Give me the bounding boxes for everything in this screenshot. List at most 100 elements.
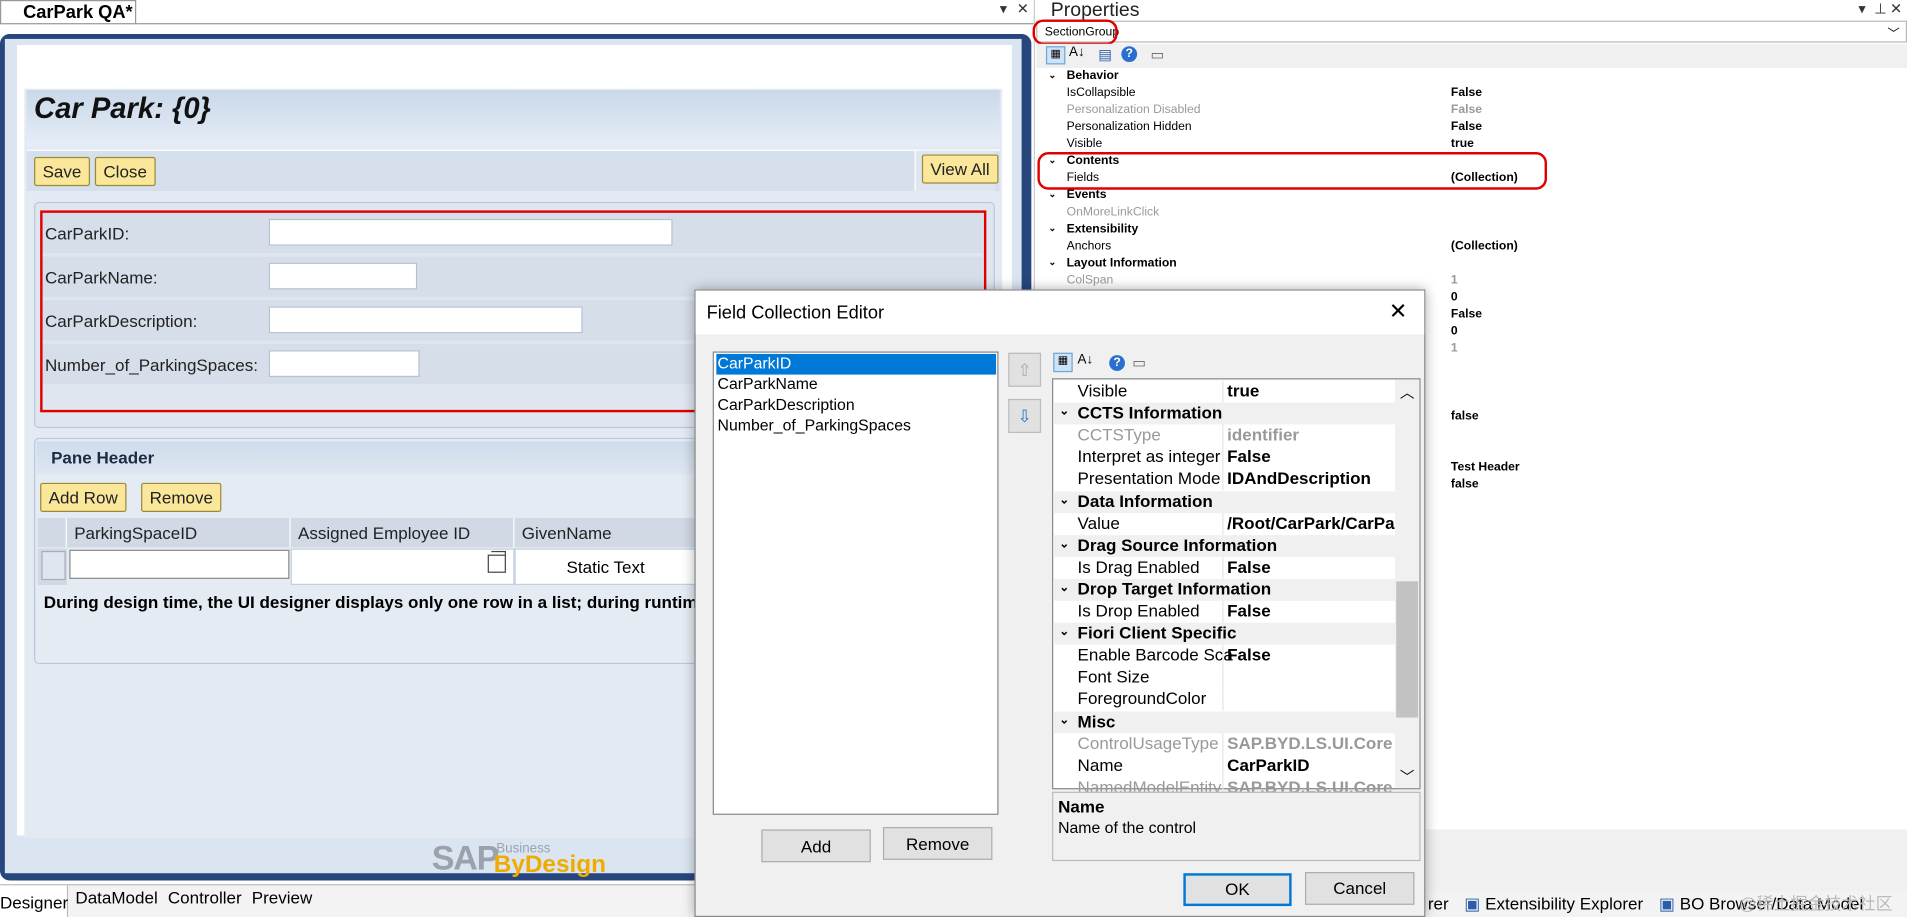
help-icon[interactable]: ? [1109,355,1125,371]
move-up-icon[interactable]: ⇧ [1008,352,1042,387]
close-icon[interactable]: ✕ [1890,0,1902,17]
tab-controller[interactable]: Controller [168,888,242,907]
property-pages-icon[interactable]: ▤ [1098,46,1112,63]
cancel-button[interactable]: Cancel [1304,872,1415,905]
list-item[interactable]: CarParkDescription [716,395,996,416]
chevron-down-icon[interactable]: ⌄ [1059,537,1069,550]
grid-category[interactable]: ⌄ CCTS Information [1053,402,1395,425]
tab-datamodel[interactable]: DataModel [75,888,157,907]
grid-value[interactable]: CarParkID [1227,755,1309,774]
grid-row[interactable]: Interpret as integer False [1053,446,1395,469]
pin-icon[interactable]: ⊥ [1874,0,1887,17]
chevron-down-icon[interactable]: ⌄ [1059,405,1069,418]
chevron-down-icon[interactable]: ⌄ [1059,625,1069,638]
property-value[interactable]: 0 [1451,325,1458,338]
column-header[interactable]: ParkingSpaceID [66,518,291,548]
tab-partial[interactable]: rer [1428,894,1449,913]
property-category[interactable]: ⌄ Behavior [1043,69,1907,86]
ok-button[interactable]: OK [1183,873,1292,907]
chevron-down-icon[interactable]: ⌄ [1048,189,1056,200]
tab-preview[interactable]: Preview [252,888,313,907]
list-item[interactable]: CarParkID [716,353,997,375]
alphabetical-icon[interactable]: A↓ [1078,353,1094,368]
alphabetical-icon[interactable]: A↓ [1069,45,1085,60]
property-category[interactable]: ⌄ Extensibility [1043,223,1907,240]
tab-extensibility-explorer[interactable]: ▣ Extensibility Explorer [1464,894,1643,915]
grid-category[interactable]: ⌄ Drag Source Information [1053,534,1395,557]
property-value[interactable]: Test Header [1451,461,1520,474]
chevron-down-icon[interactable]: ⌄ [1048,223,1056,234]
grid-value[interactable]: true [1227,381,1259,400]
scrollbar-thumb[interactable] [1396,581,1419,718]
tab-dropdown-icon[interactable]: ▾ [1000,0,1007,17]
scroll-up-icon[interactable]: ︿ [1400,382,1415,403]
events-icon[interactable]: ▭ [1151,46,1165,63]
grid-row[interactable]: Name CarParkID [1053,754,1395,777]
close-icon[interactable]: ✕ [1389,299,1407,325]
property-value[interactable]: False [1451,86,1482,99]
grid-row[interactable]: ControlUsageType SAP.BYD.LS.UI.Core [1053,732,1395,755]
chevron-down-icon[interactable]: ⌄ [1048,257,1056,268]
grid-row[interactable]: Visible true [1053,380,1395,403]
property-value[interactable]: 1 [1451,274,1458,287]
grid-value[interactable]: /Root/CarPark/CarPa [1227,513,1394,532]
panel-dropdown-icon[interactable]: ▾ [1858,0,1865,17]
grid-value[interactable]: False [1227,557,1271,576]
property-row[interactable]: Anchors (Collection) [1043,240,1907,257]
chevron-down-icon[interactable]: ⌄ [1059,581,1069,594]
property-row[interactable]: OnMoreLinkClick [1043,206,1907,223]
property-value[interactable]: (Collection) [1451,240,1518,253]
property-value[interactable]: false [1451,478,1479,491]
value-help-icon[interactable] [487,550,506,573]
move-down-icon[interactable]: ⇩ [1008,398,1042,433]
parkingspaceid-cell-input[interactable] [69,549,290,579]
property-pages-icon[interactable]: ▭ [1132,354,1146,371]
list-item[interactable]: Number_of_ParkingSpaces [716,416,996,437]
grid-row[interactable]: CCTSType identifier [1053,424,1395,447]
grid-row[interactable]: Is Drop Enabled False [1053,600,1395,623]
grid-row[interactable]: Value/Root/CarPark/CarPa [1053,512,1395,535]
chevron-down-icon[interactable]: ⌄ [1059,493,1069,506]
grid-category[interactable]: ⌄ Misc [1053,710,1395,733]
grid-category[interactable]: ⌄ Fiori Client Specific [1053,622,1395,645]
chevron-down-icon[interactable]: ﹀ [1888,23,1900,41]
grid-category[interactable]: ⌄ Drop Target Information [1053,578,1395,601]
property-category[interactable]: ⌄ Events [1043,189,1907,206]
close-button[interactable]: Close [94,156,156,187]
property-value[interactable]: False [1451,103,1482,116]
chevron-down-icon[interactable]: ⌄ [1059,713,1069,726]
grid-row[interactable]: Presentation Mode IDAndDescription [1053,468,1395,491]
add-row-button[interactable]: Add Row [40,482,127,513]
grid-value[interactable]: False [1227,645,1271,664]
column-header[interactable]: GivenName [514,518,697,548]
property-value[interactable]: false [1451,410,1479,423]
property-value[interactable]: 0 [1451,291,1458,304]
close-icon[interactable]: ✕ [1017,0,1029,17]
property-row[interactable]: Personalization Disabled False [1043,103,1907,120]
categorized-icon[interactable]: ▦ [1045,46,1066,65]
grid-row[interactable]: Font Size [1053,666,1395,689]
scroll-down-icon[interactable]: ﹀ [1400,766,1415,787]
add-member-button[interactable]: Add [761,829,871,863]
property-value[interactable]: False [1451,120,1482,133]
column-header[interactable]: Assigned Employee ID [290,518,515,548]
property-row[interactable]: Personalization Hidden False [1043,120,1907,137]
grid-row[interactable]: ForegroundColor [1053,688,1395,711]
grid-value[interactable]: IDAndDescription [1227,469,1371,488]
categorized-icon[interactable]: ▦ [1053,352,1073,373]
remove-row-button[interactable]: Remove [141,482,222,513]
tab-designer[interactable]: Designer [0,893,68,912]
list-item[interactable]: CarParkName [716,375,996,396]
property-row[interactable]: ColSpan 1 [1043,274,1907,291]
document-tab[interactable]: CarPark QA* [0,0,137,25]
property-value[interactable]: False [1451,308,1482,321]
remove-member-button[interactable]: Remove [882,827,993,860]
object-selector[interactable]: SectionGroup [1036,20,1907,43]
help-icon[interactable]: ? [1121,46,1138,63]
property-row[interactable]: IsCollapsible False [1043,86,1907,103]
property-category[interactable]: ⌄ Layout Information [1043,257,1907,274]
grid-value[interactable]: False [1227,601,1271,620]
grid-row[interactable]: Enable Barcode Sca False [1053,644,1395,667]
grid-category[interactable]: ⌄ Data Information [1053,490,1395,513]
save-button[interactable]: Save [34,156,90,187]
